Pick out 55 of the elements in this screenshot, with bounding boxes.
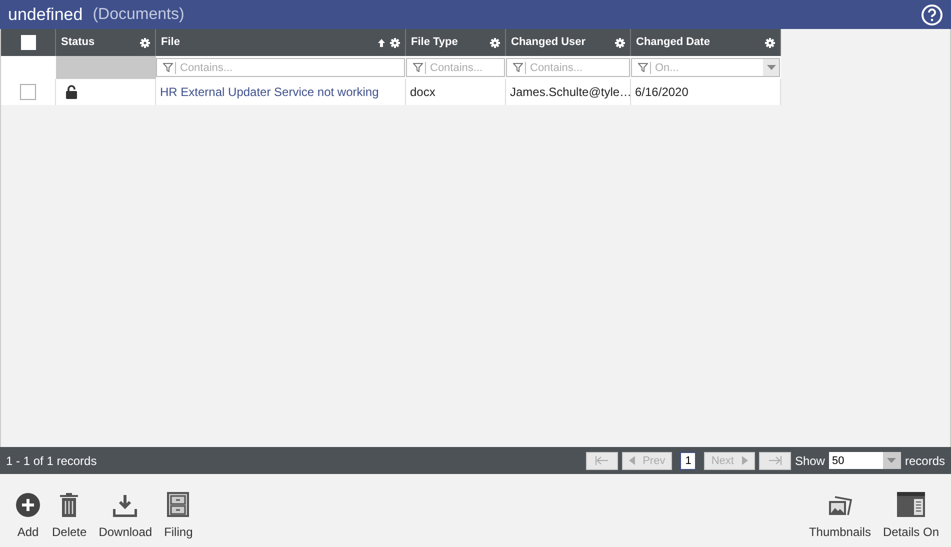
filter-field[interactable]: On... xyxy=(631,58,780,77)
select-all-checkbox[interactable] xyxy=(20,35,36,50)
first-page-button[interactable] xyxy=(586,452,618,470)
page-number[interactable]: 1 xyxy=(680,452,696,470)
table-cell: 6/16/2020 xyxy=(635,85,688,99)
toolbar-button[interactable]: Add xyxy=(12,474,44,547)
column-label: File Type xyxy=(411,35,458,48)
filter-icon xyxy=(163,63,173,72)
records-label: records xyxy=(904,454,945,468)
filter-field[interactable]: Contains... xyxy=(156,58,405,77)
caret-right-icon xyxy=(742,456,748,465)
file-link[interactable]: HR External Updater Service not working xyxy=(160,85,379,99)
unlocked-padlock-icon xyxy=(66,85,77,99)
trash-icon xyxy=(60,493,78,517)
page-size-select[interactable]: 50 xyxy=(828,452,901,469)
settings-icon[interactable] xyxy=(615,38,625,48)
settings-icon[interactable] xyxy=(765,38,775,48)
filter-icon xyxy=(638,63,648,72)
filter-field[interactable]: Contains... xyxy=(506,58,630,77)
table-cell: James.Schulte@tyle… xyxy=(510,85,630,99)
last-page-button[interactable] xyxy=(758,452,791,470)
page-title: undefined xyxy=(8,4,83,24)
column-label: Changed User xyxy=(511,35,586,48)
settings-icon[interactable] xyxy=(140,38,150,48)
last-page-icon xyxy=(768,456,782,465)
filter-icon xyxy=(413,63,423,72)
toolbar-button[interactable]: Filing xyxy=(160,474,197,547)
filter-field[interactable]: Contains... xyxy=(406,58,505,77)
settings-icon[interactable] xyxy=(390,38,400,48)
toolbar-button[interactable]: Thumbnails xyxy=(804,474,875,547)
column-label: File xyxy=(161,35,180,48)
show-label: Show xyxy=(794,454,825,468)
help-icon[interactable] xyxy=(921,4,943,26)
column-label: Status xyxy=(61,35,95,48)
toolbar-button[interactable]: Delete xyxy=(48,474,91,547)
caret-left-icon xyxy=(628,456,635,465)
sort-up-icon[interactable] xyxy=(378,38,385,46)
cabinet-icon xyxy=(167,492,190,517)
table-cell: docx xyxy=(410,85,436,99)
details-panel-icon xyxy=(896,492,925,517)
download-icon xyxy=(113,495,138,517)
page-subtitle: (Documents) xyxy=(92,6,184,24)
dropdown-button[interactable] xyxy=(763,59,779,76)
toolbar-button[interactable]: Details On xyxy=(878,474,943,547)
filter-icon xyxy=(513,63,523,72)
caret-down-icon xyxy=(887,458,896,463)
settings-icon[interactable] xyxy=(490,38,500,48)
first-page-icon xyxy=(594,456,609,465)
toolbar-button[interactable]: Download xyxy=(94,474,156,547)
record-count: 1 - 1 of 1 records xyxy=(6,454,97,468)
pictures-icon xyxy=(828,495,852,517)
row-checkbox[interactable] xyxy=(20,84,36,100)
column-label: Changed Date xyxy=(636,35,710,48)
add-icon xyxy=(16,493,40,517)
caret-down-icon xyxy=(766,65,776,70)
